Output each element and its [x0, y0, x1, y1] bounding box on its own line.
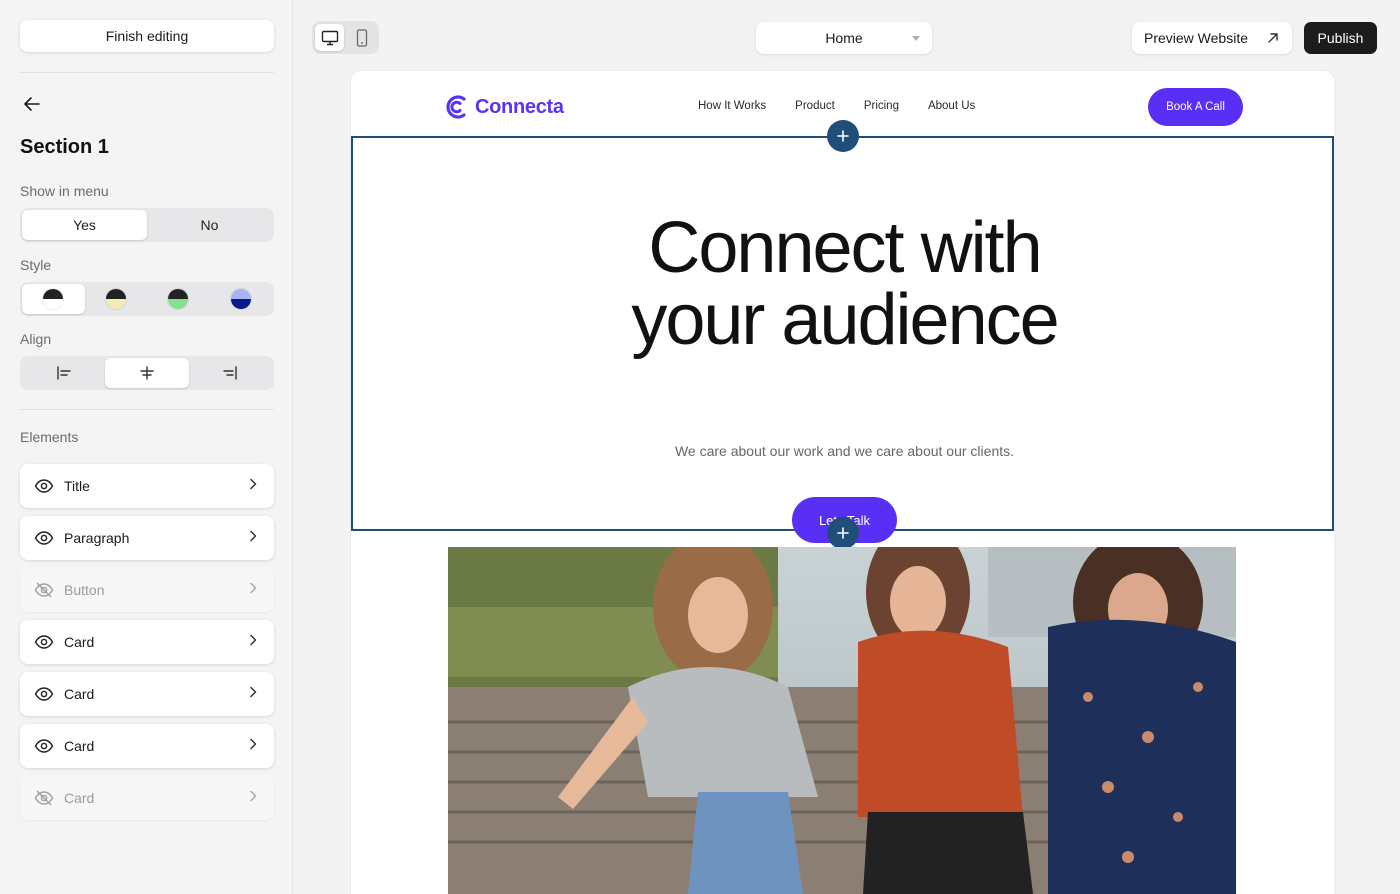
- eye-off-icon[interactable]: [34, 788, 54, 808]
- book-a-call-button[interactable]: Book A Call: [1148, 88, 1243, 126]
- element-row[interactable]: Card: [20, 620, 274, 664]
- style-picker: [20, 282, 274, 316]
- device-toggle: [312, 21, 379, 54]
- style-swatch: [104, 288, 127, 310]
- style-swatch: [229, 288, 252, 310]
- finish-editing-button[interactable]: Finish editing: [20, 20, 274, 52]
- hero-title-line1: Connect with: [648, 208, 1042, 288]
- editor-sidebar: Finish editing Section 1 Show in menu Ye…: [0, 0, 293, 894]
- chevron-right-icon: [246, 789, 260, 808]
- mobile-icon: [356, 28, 367, 47]
- style-option-2[interactable]: [85, 284, 148, 314]
- style-label: Style: [20, 257, 52, 273]
- chevron-right-icon: [246, 633, 260, 652]
- element-label: Paragraph: [64, 530, 130, 546]
- align-picker: [20, 356, 274, 390]
- style-option-3[interactable]: [147, 284, 210, 314]
- element-row[interactable]: Title: [20, 464, 274, 508]
- plus-icon: [837, 527, 849, 539]
- site-logo[interactable]: Connecta: [443, 93, 564, 121]
- site-nav-links: How It Works Product Pricing About Us: [698, 100, 975, 112]
- website-canvas: Connecta How It Works Product Pricing Ab…: [351, 71, 1334, 894]
- external-link-icon: [1268, 33, 1278, 43]
- eye-icon[interactable]: [34, 476, 54, 496]
- chevron-right-icon: [246, 737, 260, 756]
- chevron-right-icon: [246, 477, 260, 496]
- chevron-right-icon: [246, 685, 260, 704]
- align-left-button[interactable]: [22, 358, 105, 388]
- style-swatch: [42, 288, 65, 310]
- desktop-icon: [321, 30, 338, 45]
- preview-website-button[interactable]: Preview Website: [1132, 22, 1292, 54]
- divider: [20, 72, 274, 73]
- chevron-right-icon: [246, 529, 260, 548]
- nav-link-pricing[interactable]: Pricing: [864, 100, 899, 112]
- element-label: Card: [64, 686, 95, 702]
- hero-title[interactable]: Connect with your audience: [353, 212, 1334, 356]
- section-title: Section 1: [20, 136, 109, 158]
- add-section-below-button[interactable]: [827, 517, 859, 549]
- eye-icon[interactable]: [34, 528, 54, 548]
- eye-off-icon[interactable]: [34, 580, 54, 600]
- plus-icon: [837, 130, 849, 142]
- hero-photo: [448, 547, 1236, 894]
- add-section-above-button[interactable]: [827, 120, 859, 152]
- element-row[interactable]: Button: [20, 568, 274, 612]
- element-row[interactable]: Card: [20, 776, 274, 820]
- eye-icon[interactable]: [34, 736, 54, 756]
- show-in-menu-toggle: Yes No: [20, 208, 274, 242]
- style-option-4[interactable]: [210, 284, 273, 314]
- publish-button[interactable]: Publish: [1304, 22, 1377, 54]
- element-label: Card: [64, 738, 95, 754]
- chevron-down-icon: [912, 36, 920, 41]
- style-swatch: [167, 288, 190, 310]
- show-in-menu-no[interactable]: No: [147, 210, 272, 240]
- eye-icon[interactable]: [34, 632, 54, 652]
- align-label: Align: [20, 331, 52, 347]
- elements-label: Elements: [20, 429, 79, 445]
- page-select-value: Home: [825, 30, 863, 46]
- align-left-icon: [56, 366, 71, 380]
- show-in-menu-label: Show in menu: [20, 183, 109, 199]
- align-right-button[interactable]: [189, 358, 272, 388]
- show-in-menu-yes[interactable]: Yes: [22, 210, 147, 240]
- divider: [20, 409, 274, 410]
- chevron-right-icon: [246, 581, 260, 600]
- style-option-1[interactable]: [22, 284, 85, 314]
- align-center-icon: [140, 366, 154, 380]
- align-right-icon: [223, 366, 238, 380]
- align-center-button[interactable]: [105, 358, 189, 388]
- nav-link-how-it-works[interactable]: How It Works: [698, 100, 766, 112]
- back-arrow-icon[interactable]: [22, 94, 42, 114]
- preview-website-label: Preview Website: [1144, 30, 1249, 46]
- hero-title-line2: your audience: [631, 280, 1059, 360]
- element-row[interactable]: Paragraph: [20, 516, 274, 560]
- mobile-view-button[interactable]: [347, 24, 376, 51]
- selected-section-frame[interactable]: Connect with your audience We care about…: [351, 136, 1334, 543]
- element-label: Title: [64, 478, 90, 494]
- nav-link-about-us[interactable]: About Us: [928, 100, 975, 112]
- nav-link-product[interactable]: Product: [795, 100, 835, 112]
- eye-icon[interactable]: [34, 684, 54, 704]
- element-row[interactable]: Card: [20, 672, 274, 716]
- hero-subtitle[interactable]: We care about our work and we care about…: [353, 443, 1334, 459]
- element-row[interactable]: Card: [20, 724, 274, 768]
- connecta-logo-icon: [446, 95, 466, 119]
- page-select[interactable]: Home: [756, 22, 932, 54]
- element-label: Card: [64, 634, 95, 650]
- logo-text: Connecta: [475, 95, 564, 118]
- desktop-view-button[interactable]: [315, 24, 344, 51]
- element-label: Card: [64, 790, 95, 806]
- element-label: Button: [64, 582, 105, 598]
